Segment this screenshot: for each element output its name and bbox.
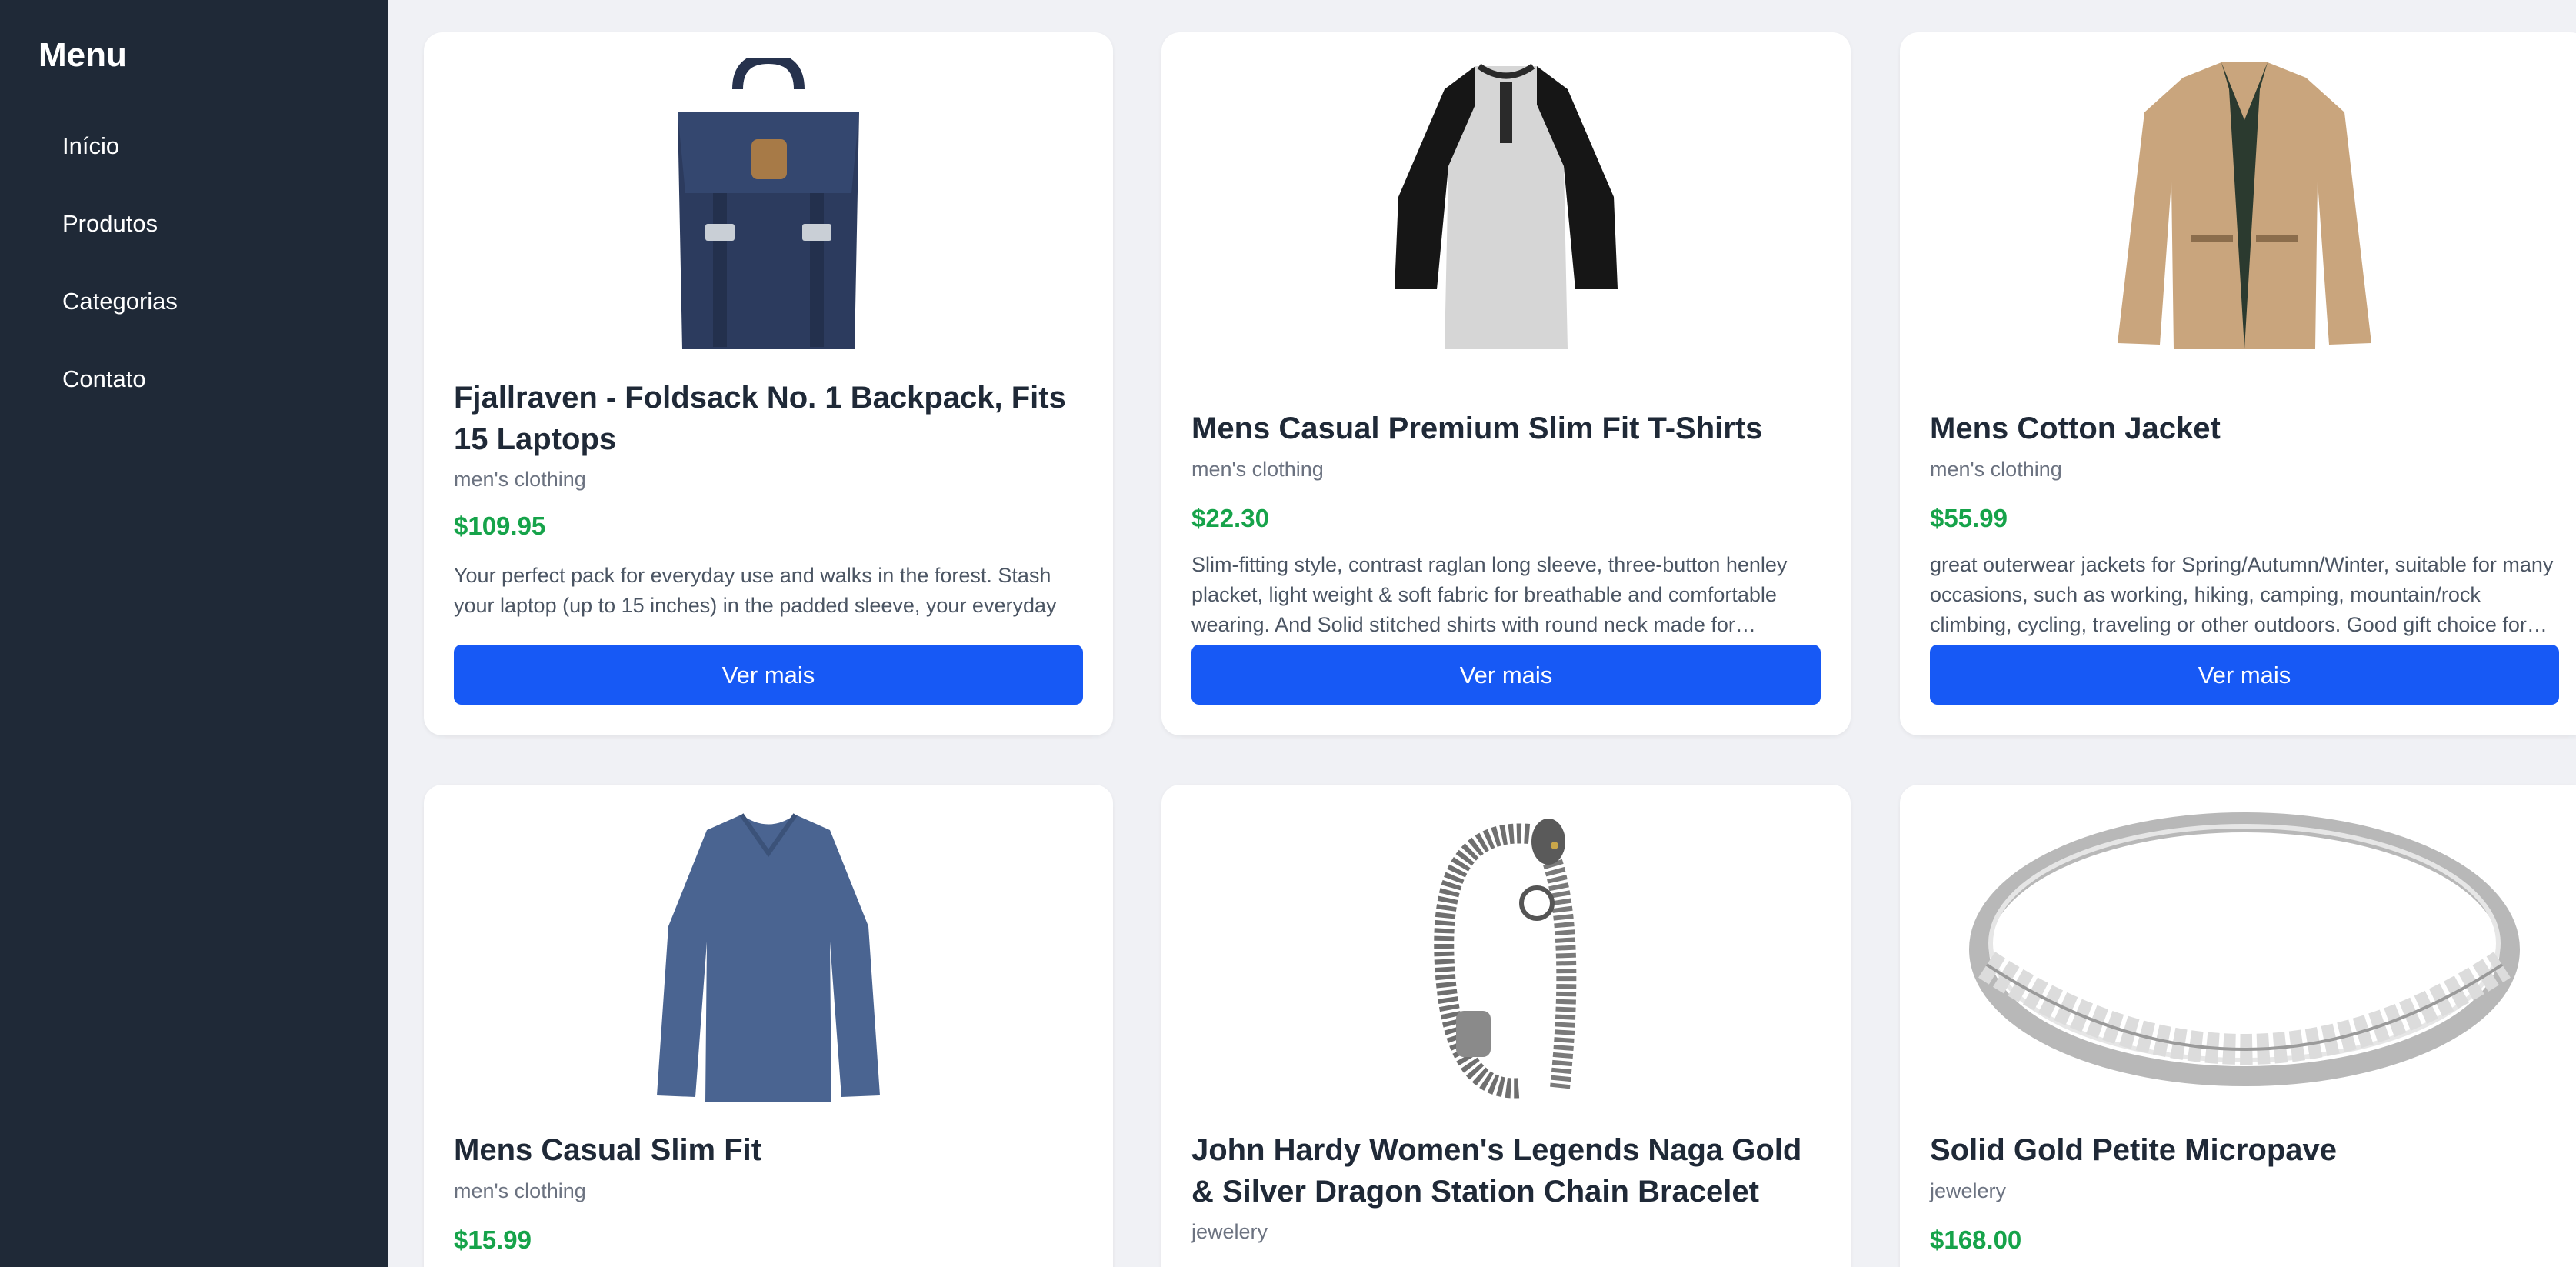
product-image xyxy=(424,811,1113,1108)
sidebar-item-inicio[interactable]: Início xyxy=(62,131,119,162)
sidebar-item-produtos[interactable]: Produtos xyxy=(62,208,158,239)
sidebar-item-contato[interactable]: Contato xyxy=(62,364,146,395)
backpack-image xyxy=(678,58,859,349)
product-image xyxy=(1161,811,1851,1108)
product-price: $15.99 xyxy=(454,1225,532,1254)
product-category: men's clothing xyxy=(1191,458,1324,481)
product-card: Mens Casual Premium Slim Fit T-Shirts me… xyxy=(1161,32,1851,735)
ver-mais-button[interactable]: Ver mais xyxy=(1191,645,1821,705)
product-title: John Hardy Women's Legends Naga Gold & S… xyxy=(1191,1133,1802,1209)
product-card: Fjallraven - Foldsack No. 1 Backpack, Fi… xyxy=(424,32,1113,735)
sidebar-item-categorias[interactable]: Categorias xyxy=(62,286,178,317)
ver-mais-button[interactable]: Ver mais xyxy=(454,645,1083,705)
product-card: Solid Gold Petite Micropave jewelery $16… xyxy=(1900,785,2576,1267)
sidebar-title: Menu xyxy=(38,36,127,74)
product-title: Mens Cotton Jacket xyxy=(1930,412,2221,445)
product-image xyxy=(1900,811,2576,1108)
product-price: $109.95 xyxy=(454,512,546,540)
product-category: jewelery xyxy=(1191,1220,1268,1243)
product-category: men's clothing xyxy=(454,1179,586,1202)
product-title: Mens Casual Slim Fit xyxy=(454,1133,762,1167)
product-grid: Fjallraven - Foldsack No. 1 Backpack, Fi… xyxy=(388,0,2576,1267)
bracelet-image xyxy=(1434,819,1577,1099)
product-title: Solid Gold Petite Micropave xyxy=(1930,1133,2337,1167)
product-image xyxy=(424,58,1113,355)
sidebar: Menu Início Produtos Categorias Contato xyxy=(0,0,388,1267)
product-card: Mens Cotton Jacket men's clothing $55.99… xyxy=(1900,32,2576,735)
product-description: Slim-fitting style, contrast raglan long… xyxy=(1191,553,1788,636)
product-card: Mens Casual Slim Fit men's clothing $15.… xyxy=(424,785,1113,1267)
product-description: Your perfect pack for everyday use and w… xyxy=(454,564,1057,617)
product-price: $168.00 xyxy=(1930,1225,2022,1254)
product-category: men's clothing xyxy=(1930,458,2062,481)
product-image xyxy=(1900,58,2576,355)
tshirt-image xyxy=(1395,63,1618,349)
product-price: $55.99 xyxy=(1930,504,2008,532)
jacket-image xyxy=(2118,62,2371,349)
product-description: great outerwear jackets for Spring/Autum… xyxy=(1930,553,2554,636)
ring-image xyxy=(1969,812,2520,1086)
ver-mais-button[interactable]: Ver mais xyxy=(1930,645,2559,705)
product-category: men's clothing xyxy=(454,468,586,491)
product-card: John Hardy Women's Legends Naga Gold & S… xyxy=(1161,785,1851,1267)
product-category: jewelery xyxy=(1930,1179,2007,1202)
long-sleeve-shirt-image xyxy=(657,813,880,1102)
product-price: $22.30 xyxy=(1191,504,1269,532)
product-title: Mens Casual Premium Slim Fit T-Shirts xyxy=(1191,412,1763,445)
product-image xyxy=(1161,58,1851,355)
product-title: Fjallraven - Foldsack No. 1 Backpack, Fi… xyxy=(454,381,1066,456)
